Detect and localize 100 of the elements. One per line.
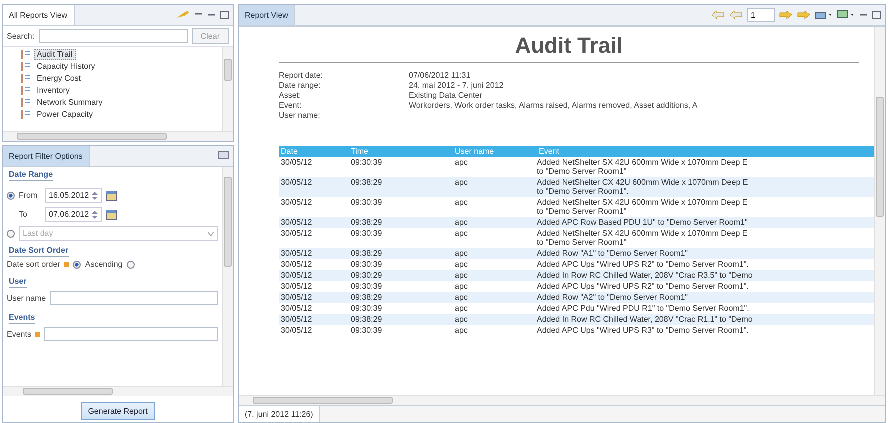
spinner-icon[interactable] — [92, 210, 98, 218]
table-cell-text: 09:30:29 — [350, 271, 384, 280]
event-text: to "Demo Server Room1" — [537, 167, 628, 176]
generate-report-button[interactable]: Generate Report — [81, 402, 155, 420]
column-header: Event — [538, 147, 560, 156]
event-text: to "Demo Server Room1". — [537, 187, 630, 196]
table-cell-text: 30/05/12 — [280, 178, 314, 189]
calendar-icon[interactable] — [106, 210, 118, 220]
radio-button[interactable] — [126, 260, 135, 268]
minimize-icon[interactable] — [207, 12, 216, 18]
previous-page-icon[interactable] — [729, 10, 743, 20]
next-page-icon[interactable] — [779, 10, 793, 20]
column-header: Time — [350, 147, 370, 156]
report-icon — [21, 86, 31, 95]
search-field[interactable] — [38, 29, 188, 43]
user-name-field[interactable] — [50, 291, 218, 305]
calendar-icon[interactable] — [106, 190, 118, 200]
table-cell-text: 30/05/12 — [280, 293, 314, 302]
monitor-icon[interactable] — [218, 151, 229, 161]
events-field[interactable] — [44, 327, 218, 341]
vertical-scrollbar[interactable] — [222, 167, 233, 386]
report-item[interactable]: Power Capacity — [34, 109, 96, 120]
meta-label: Date range: — [279, 81, 322, 90]
report-item[interactable]: Capacity History — [34, 61, 98, 72]
table-cell-text: 30/05/12 — [280, 249, 314, 258]
meta-value: 24. mai 2012 - 7. juni 2012 — [409, 81, 505, 90]
page-field[interactable]: 1 — [747, 8, 775, 22]
table-cell-text: apc — [454, 304, 469, 313]
event-text: to "Demo Server Room1" — [537, 207, 628, 216]
table-cell-text: 09:38:29 — [350, 315, 384, 324]
report-icon — [21, 98, 31, 107]
maximize-icon[interactable] — [872, 11, 881, 19]
table-cell-text: 09:38:29 — [350, 293, 384, 302]
report-item[interactable]: Inventory — [34, 85, 73, 96]
last-page-icon[interactable] — [797, 10, 811, 20]
vertical-scrollbar[interactable] — [222, 47, 233, 131]
table-cell-text: 09:38:29 — [350, 249, 384, 258]
table-cell-text: 30/05/12 — [280, 260, 314, 269]
ascending-label: Ascending — [85, 260, 123, 269]
table-cell-text: apc — [454, 158, 469, 169]
table-cell-text: 09:30:39 — [350, 229, 384, 240]
table-cell-text: 09:30:39 — [350, 198, 384, 209]
table-cell-text: 09:30:39 — [350, 304, 384, 313]
events-label: Events — [7, 330, 32, 338]
radio-button[interactable] — [7, 230, 15, 238]
meta-value: Workorders, Work order tasks, Alarms raised, Alarms removed, Asset additions, A — [409, 101, 699, 110]
view-tab[interactable]: All Reports View — [3, 5, 75, 25]
table-cell-text: apc — [454, 178, 469, 189]
table-cell-text: 09:30:39 — [350, 282, 384, 291]
table-cell-text: 30/05/12 — [280, 304, 314, 313]
horizontal-scrollbar[interactable] — [3, 131, 233, 141]
section-heading: Events — [9, 313, 36, 324]
table-cell-text: 09:30:39 — [350, 158, 384, 169]
table-cell-text: 30/05/12 — [280, 282, 314, 291]
horizontal-scrollbar[interactable] — [3, 386, 233, 396]
section-heading: User — [9, 277, 27, 288]
meta-label: Event: — [279, 101, 303, 110]
event-text: Added In Row RC Chilled Water, 208V "Crac R1.1" to "Demo — [537, 315, 754, 324]
report-icon — [21, 50, 31, 59]
horizontal-scrollbar[interactable] — [239, 395, 885, 405]
table-cell-text: 09:38:29 — [350, 178, 384, 189]
vertical-scrollbar[interactable] — [874, 27, 885, 395]
table-cell-text: apc — [454, 229, 469, 240]
column-header: Date — [280, 147, 299, 156]
meta-label: Asset: — [279, 91, 302, 100]
table-cell-text: apc — [454, 293, 469, 302]
table-cell-text: 09:30:39 — [350, 260, 384, 269]
event-text: Added Row "A1" to "Demo Server Room1" — [537, 249, 689, 258]
report-item[interactable]: Network Summary — [34, 97, 106, 108]
event-text: Added APC Pdu "Wired PDU R1" to "Demo Server Room1". — [537, 304, 750, 313]
report-icon — [21, 62, 31, 71]
to-date-field[interactable]: 07.06.2012 — [45, 207, 102, 222]
filter-options-tab[interactable]: Report Filter Options — [3, 146, 90, 166]
table-cell-text: 30/05/12 — [280, 229, 314, 240]
table-cell-text: 30/05/12 — [280, 271, 314, 280]
event-text: Added APC Ups "Wired UPS R2" to "Demo Server Room1". — [537, 282, 750, 291]
spinner-icon[interactable] — [92, 192, 98, 200]
report-tab[interactable]: (7. juni 2012 11:26) — [239, 406, 320, 422]
report-view-tab[interactable]: Report View — [239, 5, 296, 25]
chevron-down-icon — [208, 232, 214, 236]
report-item[interactable]: Energy Cost — [34, 73, 84, 84]
table-cell-text: apc — [454, 326, 469, 335]
report-item[interactable]: Audit Trail — [34, 49, 76, 60]
table-cell-text: apc — [454, 271, 469, 280]
maximize-icon[interactable] — [220, 11, 229, 19]
minimize-icon[interactable] — [859, 12, 868, 18]
to-label: To — [19, 210, 28, 219]
event-text: Added APC Ups "Wired UPS R3" to "Demo Server Room1". — [537, 326, 750, 335]
event-text: Added In Row RC Chilled Water, 208V "Crac R3.5" to "Demo — [537, 271, 754, 280]
table-cell-text: 30/05/12 — [280, 326, 314, 335]
monitor-icon[interactable] — [837, 10, 855, 20]
meta-label: Report date: — [279, 71, 324, 80]
radio-button[interactable] — [73, 260, 82, 268]
table-cell-text: 09:30:39 — [350, 326, 384, 335]
from-date-field[interactable]: 16.05.2012 — [45, 188, 102, 203]
first-page-icon[interactable] — [711, 10, 725, 20]
from-label: From — [19, 191, 39, 200]
table-cell-text: 30/05/12 — [280, 218, 314, 227]
radio-button[interactable] — [7, 192, 15, 200]
view-menu-icon[interactable] — [194, 12, 203, 18]
